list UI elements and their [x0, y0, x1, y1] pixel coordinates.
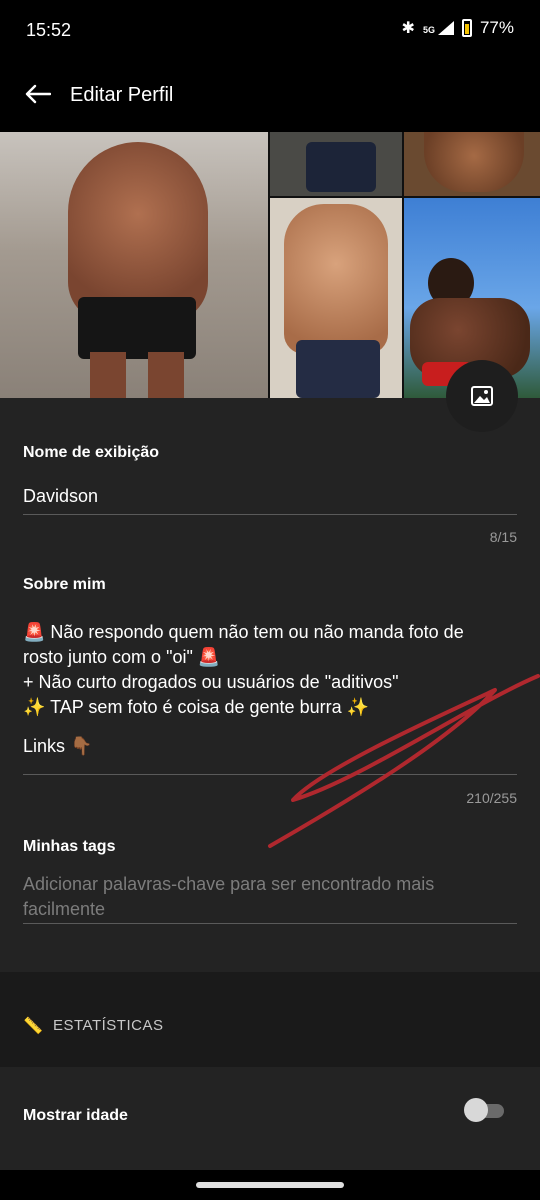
profile-photo-4[interactable]: [270, 198, 402, 398]
about-line: 🚨 Não respondo quem não tem ou não manda…: [23, 622, 464, 642]
stats-section[interactable]: 📏 ESTATÍSTICAS: [0, 972, 540, 1067]
about-counter: 210/255: [466, 790, 517, 806]
stats-title: ESTATÍSTICAS: [53, 1017, 164, 1034]
show-age-label: Mostrar idade: [23, 1107, 128, 1124]
display-name-label: Nome de exibição: [23, 444, 160, 461]
system-nav-bar: [0, 1170, 540, 1200]
show-age-toggle[interactable]: [464, 1098, 504, 1122]
show-age-row: Mostrar idade: [0, 1067, 540, 1170]
profile-form: Nome de exibição Davidson 8/15 Sobre mim…: [0, 398, 540, 972]
display-name-counter: 8/15: [489, 529, 517, 545]
network-type: 5G: [422, 25, 435, 35]
display-name-underline: [23, 514, 517, 515]
add-photo-button[interactable]: [446, 360, 518, 432]
page-title: Editar Perfil: [70, 84, 174, 106]
status-time: 15:52: [26, 20, 72, 40]
about-label: Sobre mim: [23, 576, 106, 593]
home-indicator[interactable]: [196, 1182, 344, 1188]
battery-percent: 77%: [479, 18, 514, 37]
photo-grid: [0, 132, 540, 398]
tags-input[interactable]: Adicionar palavras-chave para ser encont…: [23, 872, 503, 922]
about-line: Links 👇🏾: [23, 736, 93, 756]
profile-photo-2[interactable]: [270, 132, 402, 196]
bluetooth-icon: ✱: [401, 20, 415, 37]
display-name-input[interactable]: Davidson: [23, 486, 98, 507]
about-line: rosto junto com o "oi" 🚨: [23, 647, 221, 667]
profile-photo-3[interactable]: [404, 132, 540, 196]
about-underline: [23, 774, 517, 775]
tags-label: Minhas tags: [23, 838, 116, 855]
signal-icon: 5G: [423, 21, 454, 35]
ruler-icon: 📏: [23, 1018, 43, 1035]
tags-underline: [23, 923, 517, 924]
app-bar: Editar Perfil: [0, 60, 540, 132]
about-line: [23, 720, 523, 734]
status-icons: ✱ 5G 77%: [402, 18, 514, 38]
profile-photo-main[interactable]: [0, 132, 268, 398]
battery-icon: [461, 19, 472, 37]
image-icon: [471, 386, 493, 406]
about-line: + Não curto drogados ou usuários de "adi…: [23, 672, 399, 692]
status-bar: 15:52 ✱ 5G 77%: [0, 0, 540, 60]
about-line: ✨ TAP sem foto é coisa de gente burra ✨: [23, 697, 369, 717]
about-input[interactable]: 🚨 Não respondo quem não tem ou não manda…: [23, 620, 523, 759]
arrow-left-icon: [25, 84, 51, 104]
back-button[interactable]: [16, 72, 60, 116]
